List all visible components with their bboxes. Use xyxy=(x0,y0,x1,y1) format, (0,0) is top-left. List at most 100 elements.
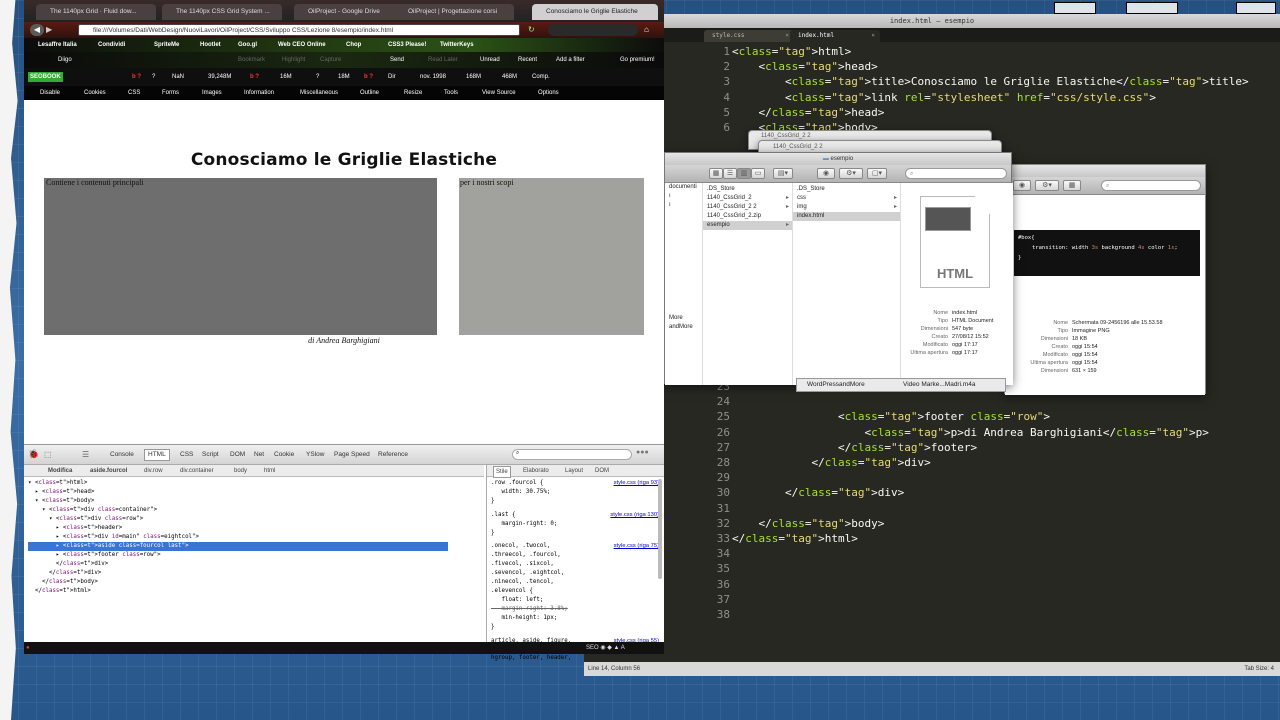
finder-item[interactable]: img ▸ xyxy=(793,203,900,212)
html-tree-node[interactable]: ▸ <class=t">footer class=row"> xyxy=(28,551,448,560)
desktop-thumbnail[interactable] xyxy=(1126,2,1178,14)
diigo-toolbar-item[interactable]: Go premium! xyxy=(620,55,655,65)
code-line[interactable]: <class="tag">p>di Andrea Barghigiani</cl… xyxy=(732,425,1208,440)
finder-item[interactable]: 1140_CssGrid_2.zip xyxy=(703,212,792,221)
html-tree-node[interactable]: ▾ <class=t">html> xyxy=(28,479,448,488)
web-developer-menu[interactable]: Tools xyxy=(444,88,458,98)
column-view-button[interactable]: ▥ xyxy=(737,168,751,179)
browser-tab[interactable]: The 1140px CSS Grid System ... xyxy=(162,4,282,20)
finder-item[interactable]: 1140_CssGrid_2 ▸ xyxy=(703,194,792,203)
search-input[interactable]: ⌕ xyxy=(905,168,1007,179)
finder-item[interactable]: index.html xyxy=(793,212,900,221)
seo-metric[interactable]: b ? xyxy=(250,72,259,82)
finder-item[interactable]: 1140_CssGrid_2 2 ▸ xyxy=(703,203,792,212)
code-area-top[interactable]: <class="tag">html> <class="tag">head> <c… xyxy=(732,44,1249,135)
web-developer-menu[interactable]: Outline xyxy=(360,88,379,98)
browser-tab[interactable]: Conosciamo le Griglie Elastiche xyxy=(532,4,658,20)
seo-metric[interactable]: 468M xyxy=(502,72,517,82)
diigo-toolbar-item[interactable]: Recent xyxy=(518,55,537,65)
web-developer-menu[interactable]: Forms xyxy=(162,88,179,98)
editor-tab-active[interactable]: index.html × xyxy=(790,30,880,42)
code-line[interactable] xyxy=(732,470,1209,485)
breadcrumb-item[interactable]: div.container xyxy=(180,466,214,476)
seo-metric[interactable]: 39,248M xyxy=(208,72,231,82)
seo-metric[interactable]: NaN xyxy=(172,72,184,82)
side-panel-tab[interactable]: Layout xyxy=(565,466,583,476)
breadcrumb-item[interactable]: body xyxy=(234,466,247,476)
side-panel-tab[interactable]: Stile xyxy=(493,466,511,478)
bookmark-item[interactable]: Web CEO Online xyxy=(278,40,326,50)
web-developer-menu[interactable]: CSS xyxy=(128,88,140,98)
html-tree-node[interactable]: ▾ <class=t">div class=row"> xyxy=(28,515,448,524)
bookmark-item[interactable]: TwitterKeys xyxy=(440,40,474,50)
side-panel-tab[interactable]: DOM xyxy=(595,466,609,476)
code-line[interactable] xyxy=(732,577,1209,592)
diigo-toolbar-item[interactable]: Send xyxy=(390,55,404,65)
browser-tab[interactable]: OilProject | Progettazione corsi xyxy=(394,4,514,20)
css-rules[interactable]: style.css (riga 93) .row .fourcol { width… xyxy=(491,479,659,668)
finder-item[interactable]: documenti xyxy=(665,183,702,192)
firebug-tab[interactable]: CSS xyxy=(180,450,193,460)
coverflow-button[interactable]: ▭ xyxy=(751,168,765,179)
finder-item[interactable]: ı xyxy=(665,201,702,210)
html-tree-node[interactable]: ▸ <class=t">header> xyxy=(28,524,448,533)
code-line[interactable] xyxy=(732,501,1209,516)
css-rule[interactable]: style.css (riga 130) .last { margin-right… xyxy=(491,511,659,538)
search-input[interactable] xyxy=(548,24,638,36)
search-input[interactable]: ⌕ xyxy=(512,449,632,460)
breadcrumb-item[interactable]: div.row xyxy=(144,466,163,476)
finder-item[interactable]: andMore xyxy=(665,323,702,332)
folder-item[interactable]: WordPressandMore xyxy=(807,381,865,388)
diigo-toolbar-item[interactable]: Highlight xyxy=(282,55,305,65)
html-tree-node[interactable]: ▸ <class=t">aside class=fourcol last"> xyxy=(28,542,448,551)
code-line[interactable]: </class="tag">div> xyxy=(732,455,1209,470)
stop-icon[interactable]: ● xyxy=(26,642,30,654)
media-file-item[interactable]: Video Marke...Madri.m4a xyxy=(903,381,976,388)
code-line[interactable] xyxy=(732,546,1209,561)
code-line[interactable]: </class="tag">body> xyxy=(732,516,1209,531)
eye-icon[interactable]: ◉ xyxy=(817,168,835,179)
code-line[interactable]: <class="tag">footer class="row"> xyxy=(732,409,1209,424)
html-tree-node[interactable]: </class=t">body> xyxy=(28,578,448,587)
firebug-tab[interactable]: Script xyxy=(202,450,219,460)
seo-metric[interactable]: Comp. xyxy=(532,72,550,82)
share-icon[interactable]: ▢▾ xyxy=(867,168,887,179)
forward-icon[interactable]: ▶ xyxy=(46,24,58,36)
finder-item[interactable]: ı xyxy=(665,192,702,201)
menu-icon[interactable]: ☰ xyxy=(82,450,89,459)
arrange-icon[interactable]: ▤▾ xyxy=(773,168,793,179)
html-tree-node[interactable]: </class=t">html> xyxy=(28,587,448,596)
breadcrumb-item[interactable]: aside.fourcol xyxy=(90,466,127,476)
seo-metric[interactable]: 168M xyxy=(466,72,481,82)
web-developer-menu[interactable]: Images xyxy=(202,88,222,98)
firebug-tab[interactable]: Net xyxy=(254,450,264,460)
firebug-tab[interactable]: Reference xyxy=(378,450,408,460)
web-developer-menu[interactable]: Options xyxy=(538,88,559,98)
seo-metric[interactable]: ? xyxy=(316,72,319,82)
html-tree-node[interactable]: </class=t">div> xyxy=(28,569,448,578)
diigo-toolbar-item[interactable]: Add a filter xyxy=(556,55,585,65)
html-tree[interactable]: ▾ <class=t">html> ▸ <class=t">head> ▾ <c… xyxy=(28,479,448,596)
code-line[interactable]: </class="tag">footer> xyxy=(732,440,1209,455)
seo-metric[interactable]: nov. 1998 xyxy=(420,72,446,82)
edit-button[interactable]: Modifica xyxy=(48,466,72,476)
home-icon[interactable]: ⌂ xyxy=(644,24,658,36)
html-tree-node[interactable]: </class=t">div> xyxy=(28,560,448,569)
desktop-thumbnail[interactable] xyxy=(1236,2,1276,14)
list-view-button[interactable]: ☰ xyxy=(723,168,737,179)
diigo-toolbar-item[interactable]: Bookmark xyxy=(238,55,265,65)
back-icon[interactable]: ◀ xyxy=(30,24,44,36)
finder-item[interactable]: .DS_Store xyxy=(703,185,792,194)
arrange-icon[interactable]: ▦ xyxy=(1063,180,1081,191)
bookmark-item[interactable]: SpriteMe xyxy=(154,40,179,50)
css-rule[interactable]: style.css (riga 93) .row .fourcol { width… xyxy=(491,479,659,506)
close-icon[interactable]: × xyxy=(785,30,789,42)
code-line[interactable] xyxy=(732,394,1209,409)
diigo-toolbar-item[interactable]: Unread xyxy=(480,55,500,65)
bookmark-item[interactable]: Chop xyxy=(346,40,361,50)
gear-icon[interactable]: ⚙▾ xyxy=(839,168,863,179)
code-line[interactable]: <class="tag">title>Conosciamo le Griglie… xyxy=(732,74,1249,89)
seo-metric[interactable]: b ? xyxy=(364,72,373,82)
code-line[interactable]: <class="tag">link rel="stylesheet" href=… xyxy=(732,90,1249,105)
diigo-toolbar-item[interactable]: Capture xyxy=(320,55,341,65)
